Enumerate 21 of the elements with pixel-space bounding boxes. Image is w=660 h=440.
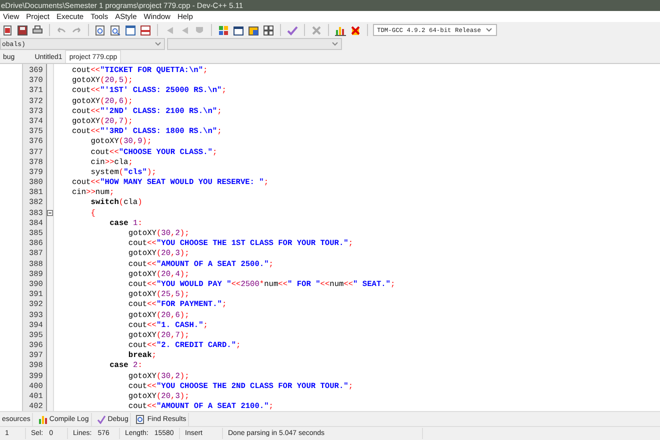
save-icon[interactable] [17, 24, 28, 36]
bar-chart-icon[interactable] [335, 24, 346, 36]
window-icon[interactable] [248, 24, 259, 36]
window-icon[interactable] [140, 24, 151, 36]
checkmark-icon [96, 414, 106, 424]
grid-icon[interactable] [218, 24, 229, 36]
printer-icon[interactable] [32, 24, 43, 36]
find-icon [136, 414, 146, 424]
caret-icon [155, 42, 161, 46]
caret-icon [332, 42, 338, 46]
fold-toggle-icon[interactable] [47, 210, 53, 216]
grid-icon[interactable] [263, 24, 274, 36]
caret-icon [486, 28, 492, 32]
checkmark-icon[interactable] [287, 24, 298, 36]
document-icon[interactable] [2, 24, 13, 36]
window-icon[interactable] [233, 24, 244, 36]
replace-icon[interactable] [110, 24, 121, 36]
bar-chart-icon [38, 414, 48, 424]
find-icon[interactable] [95, 24, 106, 36]
window-icon[interactable] [125, 24, 136, 36]
cross-icon[interactable] [350, 24, 361, 36]
